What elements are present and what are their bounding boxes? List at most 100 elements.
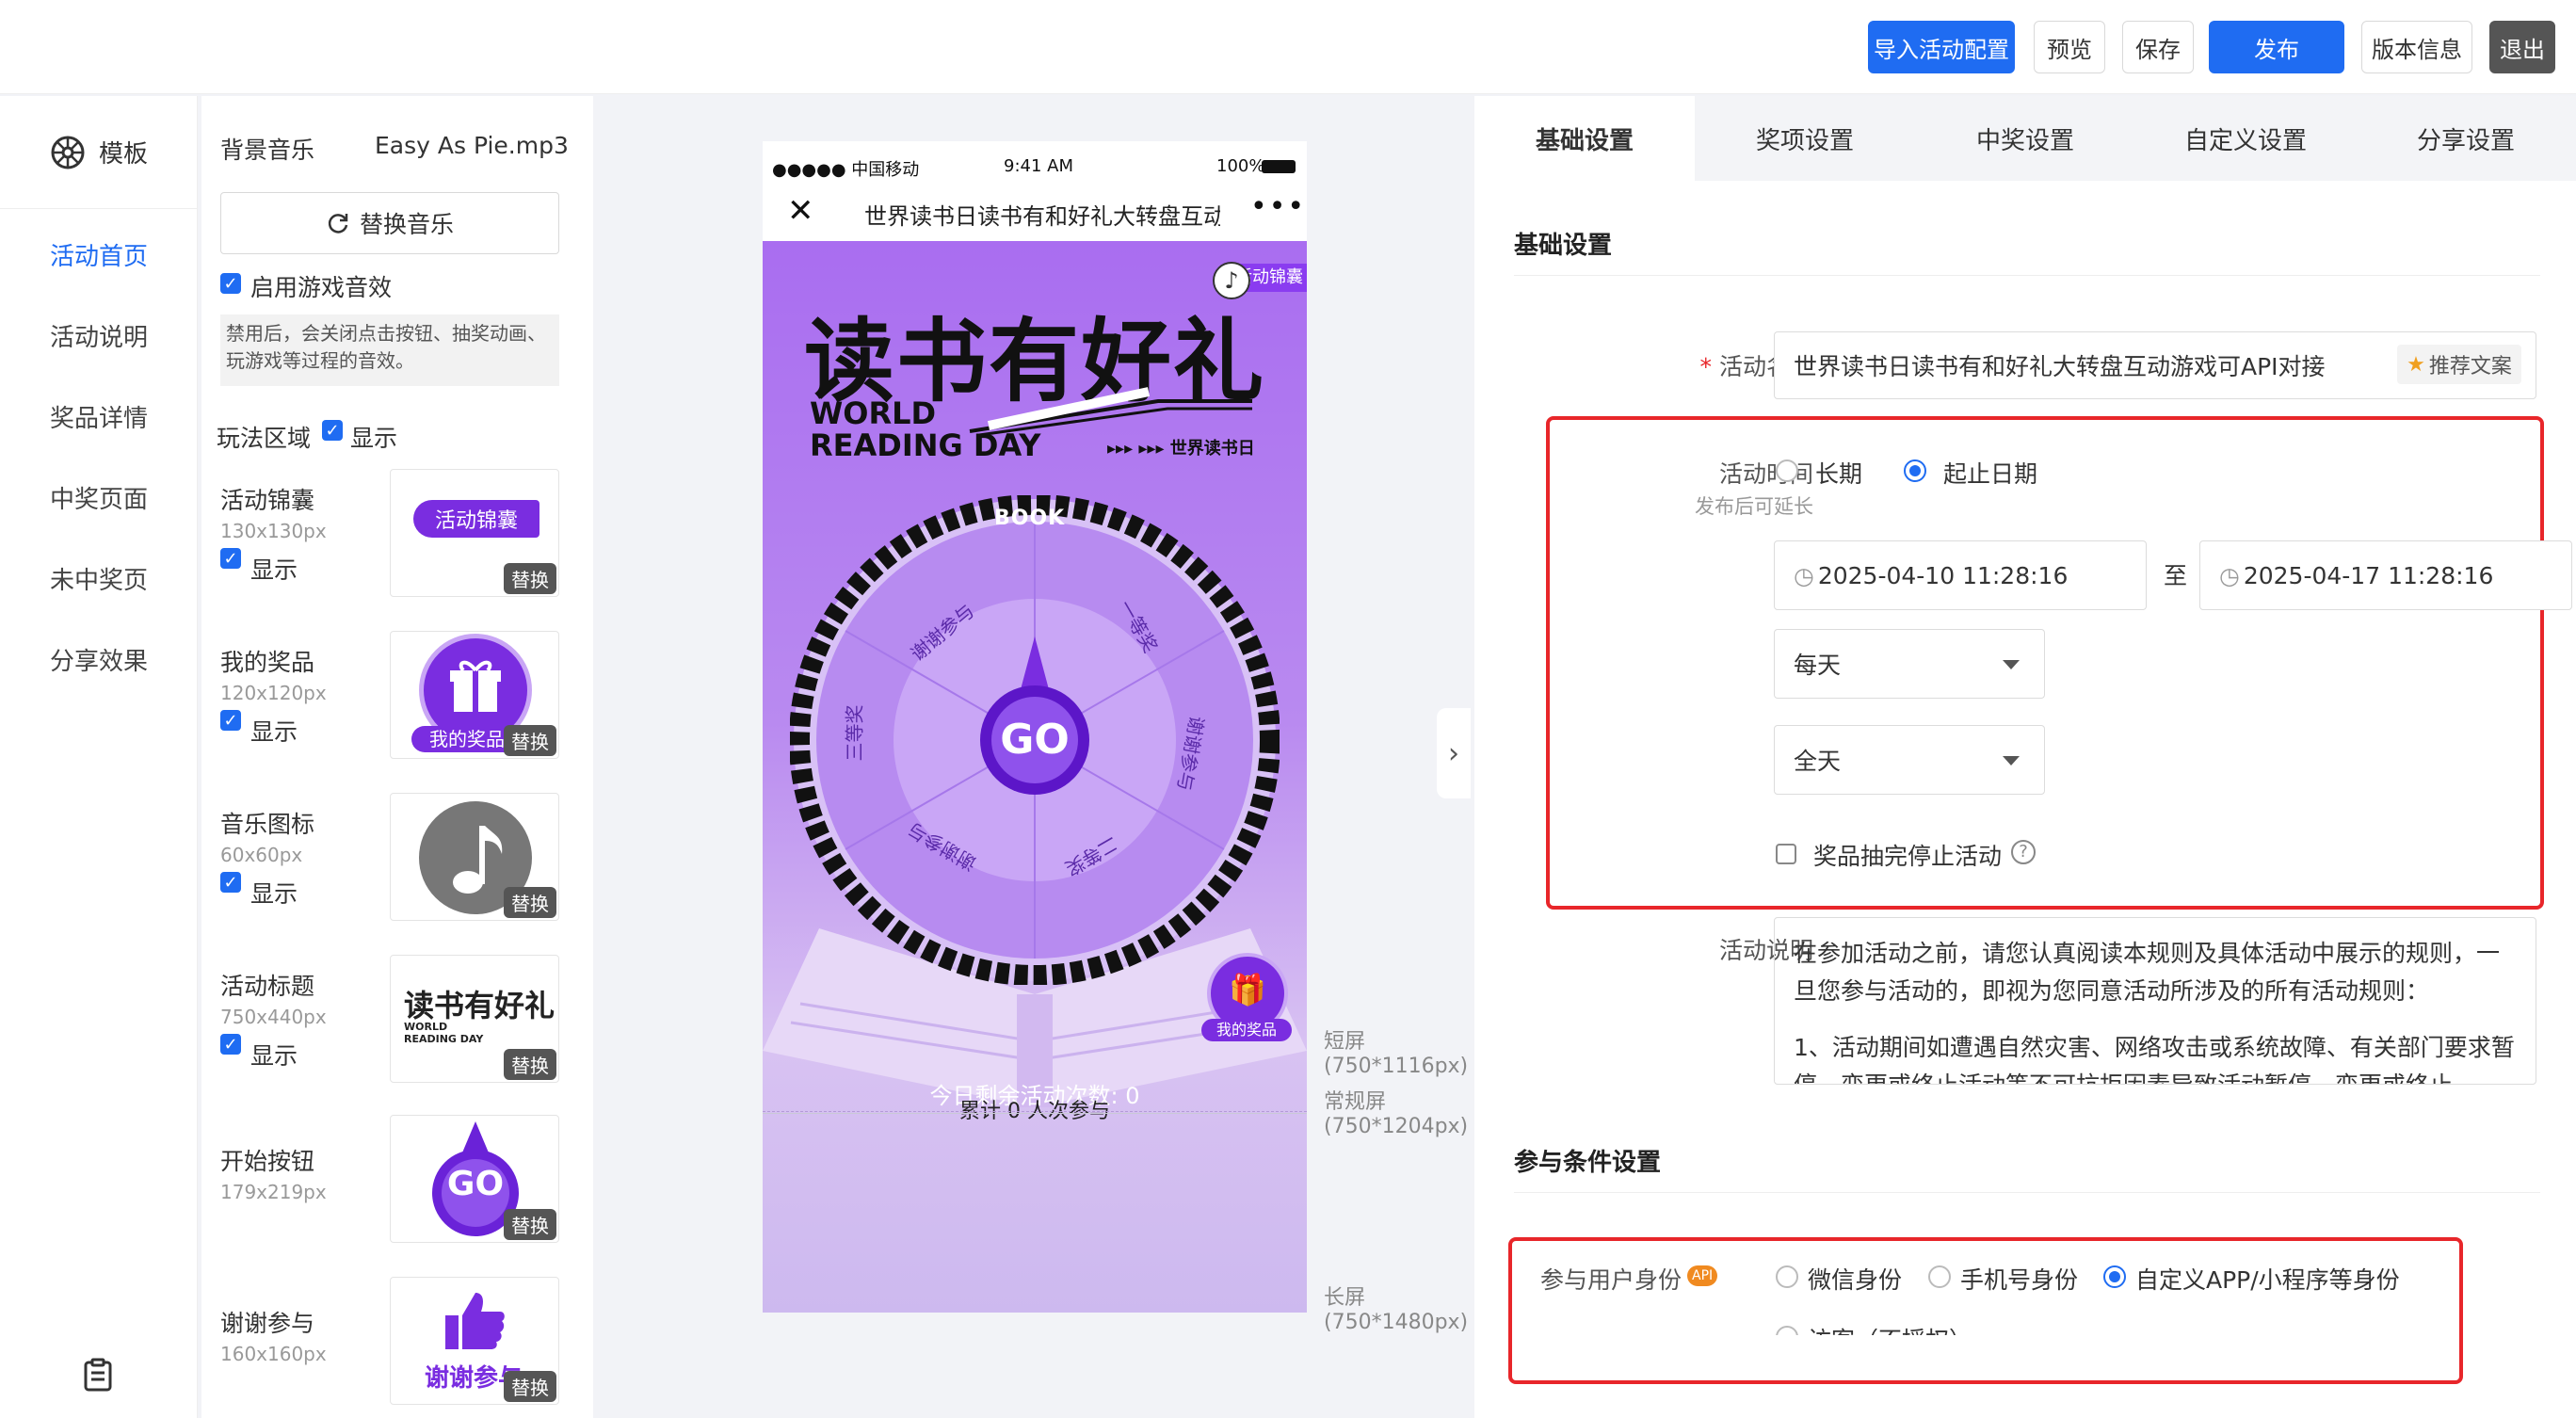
clock-icon: ◷ (1794, 561, 1814, 589)
chevron-down-icon (2003, 756, 2020, 765)
asset-thumb-start[interactable]: GO 替换 (390, 1115, 559, 1243)
asset-size: 750x440px (220, 1006, 327, 1028)
to-label: 至 (2164, 562, 2188, 589)
identity-option-phone-label: 手机号身份 (1960, 1266, 2079, 1294)
identity-more-clip: 访客（不授权） (1774, 1322, 2037, 1335)
asset-thumb-thanks[interactable]: 谢谢参与 替换 (390, 1277, 559, 1405)
time-option-long-term-label: 长期 (1815, 460, 1863, 488)
help-icon[interactable]: ? (2011, 840, 2036, 864)
identity-option-wechat-label: 微信身份 (1808, 1266, 1903, 1294)
tips-badge-thumb: 活动锦囊 (413, 500, 539, 538)
asset-size: 130x130px (220, 520, 327, 542)
asset-show-checkbox[interactable]: ✓ (220, 1034, 241, 1055)
asset-panel: 背景音乐 Easy As Pie.mp3 替换音乐 ✓ 启用游戏音效 禁用后，会… (201, 96, 593, 1418)
tab-prizes[interactable]: 奖项设置 (1695, 96, 1915, 181)
asset-show-label: 显示 (250, 556, 298, 584)
asset-thumb-tips[interactable]: 活动锦囊 替换 (390, 469, 559, 597)
close-icon[interactable]: ✕ (787, 192, 814, 230)
normal-screen-label: 常规屏 (750*1204px) (1324, 1090, 1469, 1138)
go-thumb-text: GO (446, 1165, 505, 1203)
identity-option-custom[interactable] (2103, 1265, 2126, 1288)
replace-music-button[interactable]: 替换音乐 (220, 192, 559, 254)
description-paragraph: 1、活动期间如遭遇自然灾害、网络攻击或系统故障、有关部门要求暂停、变更或终止活动… (1794, 1034, 2515, 1084)
identity-option-phone[interactable] (1928, 1265, 1951, 1288)
exit-button[interactable]: 退出 (2489, 21, 2555, 73)
tab-share[interactable]: 分享设置 (2356, 96, 2576, 181)
go-button[interactable]: GO (997, 716, 1072, 764)
sound-fx-label: 启用游戏音效 (250, 274, 393, 301)
time-option-long-term[interactable] (1776, 459, 1798, 482)
play-area-checkbox[interactable]: ✓ (322, 420, 343, 441)
period-select[interactable]: 全天 (1774, 725, 2045, 795)
description-paragraph: 在参加活动之前，请您认真阅读本规则及具体活动中展示的规则，一旦您参与活动的，即视… (1794, 940, 2501, 1005)
long-screen-label: 长屏 (750*1480px) (1324, 1286, 1469, 1334)
nav-item-prize-details[interactable]: 奖品详情 (0, 399, 198, 434)
replace-button[interactable]: 替换 (504, 1049, 556, 1080)
nav-item-share[interactable]: 分享效果 (0, 642, 198, 677)
save-button[interactable]: 保存 (2122, 21, 2194, 73)
asset-name: 开始按钮 (220, 1148, 315, 1175)
battery-text: 100% (1216, 156, 1265, 176)
tab-custom[interactable]: 自定义设置 (2135, 96, 2356, 181)
activity-time-hint: 发布后可延长 (1695, 495, 1813, 518)
section-title-basic: 基础设置 (1514, 232, 1613, 260)
asset-name: 音乐图标 (220, 811, 315, 838)
description-textarea[interactable]: 在参加活动之前，请您认真阅读本规则及具体活动中展示的规则，一旦您参与活动的，即视… (1774, 917, 2536, 1085)
recommend-copy-button[interactable]: ★ 推荐文案 (2397, 345, 2521, 384)
identity-option-guest[interactable] (1776, 1326, 1798, 1335)
section-title-conditions: 参与条件设置 (1514, 1149, 1662, 1177)
tab-basic[interactable]: 基础设置 (1474, 96, 1695, 181)
identity-option-guest-label: 访客（不授权） (1808, 1322, 1972, 1335)
highlight-identity-section (1508, 1237, 2463, 1384)
highlight-time-section (1546, 416, 2544, 910)
replace-button[interactable]: 替换 (504, 887, 556, 918)
replace-button[interactable]: 替换 (504, 725, 556, 756)
stop-when-out-checkbox[interactable] (1776, 844, 1796, 864)
sound-fx-checkbox[interactable]: ✓ (220, 273, 241, 294)
nav-item-description[interactable]: 活动说明 (0, 318, 198, 353)
title-thumb-text: 读书有好礼 (404, 988, 555, 1023)
page-title: 世界读书日读书有和好礼大转盘互动游戏可API对接 (864, 203, 1220, 230)
identity-label: 参与用户身份 (1540, 1266, 1682, 1294)
tab-winning[interactable]: 中奖设置 (1915, 96, 2135, 181)
publish-button[interactable]: 发布 (2209, 21, 2344, 73)
asset-show-checkbox[interactable]: ✓ (220, 872, 241, 893)
replace-button[interactable]: 替换 (504, 1209, 556, 1240)
asset-show-label: 显示 (250, 880, 298, 908)
battery-icon (1262, 160, 1296, 173)
asset-thumb-my-prize[interactable]: 我的奖品 替换 (390, 631, 559, 759)
short-screen-line (763, 1111, 1307, 1112)
asset-name: 我的奖品 (220, 649, 315, 676)
collapse-toggle[interactable]: › (1437, 708, 1471, 798)
play-area-show-label: 显示 (350, 425, 398, 452)
asset-size: 60x60px (220, 844, 303, 866)
divider (1514, 275, 2540, 276)
asset-show-checkbox[interactable]: ✓ (220, 548, 241, 569)
title-thumb-reading-day: READING DAY (404, 1033, 484, 1045)
nav-item-lose-page[interactable]: 未中奖页 (0, 561, 198, 596)
asset-show-checkbox[interactable]: ✓ (220, 710, 241, 731)
start-time-input[interactable]: ◷ 2025-04-10 11:28:16 (1774, 540, 2147, 610)
replace-button[interactable]: 替换 (504, 1371, 556, 1402)
asset-thumb-title[interactable]: 读书有好礼 WORLD READING DAY 替换 (390, 955, 559, 1083)
version-info-button[interactable]: 版本信息 (2361, 21, 2472, 73)
nav-item-win-page[interactable]: 中奖页面 (0, 480, 198, 515)
import-config-button[interactable]: 导入活动配置 (1868, 21, 2015, 73)
nav-item-home[interactable]: 活动首页 (0, 237, 198, 272)
template-tab[interactable]: 模板 (0, 96, 198, 209)
identity-option-custom-label: 自定义APP/小程序等身份 (2135, 1266, 2400, 1294)
phone-preview: ●●●●● 中国移动 9:41 AM 100% ✕ 世界读书日读书有和好礼大转盘… (763, 141, 1307, 1313)
asset-thumb-music[interactable]: 替换 (390, 793, 559, 921)
replace-button[interactable]: 替换 (504, 563, 556, 594)
more-icon[interactable]: ••• (1250, 190, 1306, 223)
carrier-text: ●●●●● 中国移动 (772, 160, 920, 180)
my-prize-label: 我的奖品 (1201, 1019, 1292, 1041)
frequency-select[interactable]: 每天 (1774, 629, 2045, 699)
time-option-date-range[interactable] (1904, 459, 1926, 482)
preview-button[interactable]: 预览 (2034, 21, 2105, 73)
asset-size: 120x120px (220, 682, 327, 704)
book-pencil-icon (969, 387, 1252, 437)
clipboard-icon[interactable] (83, 1358, 113, 1392)
end-time-input[interactable]: ◷ 2025-04-17 11:28:16 (2199, 540, 2572, 610)
identity-option-wechat[interactable] (1776, 1265, 1798, 1288)
